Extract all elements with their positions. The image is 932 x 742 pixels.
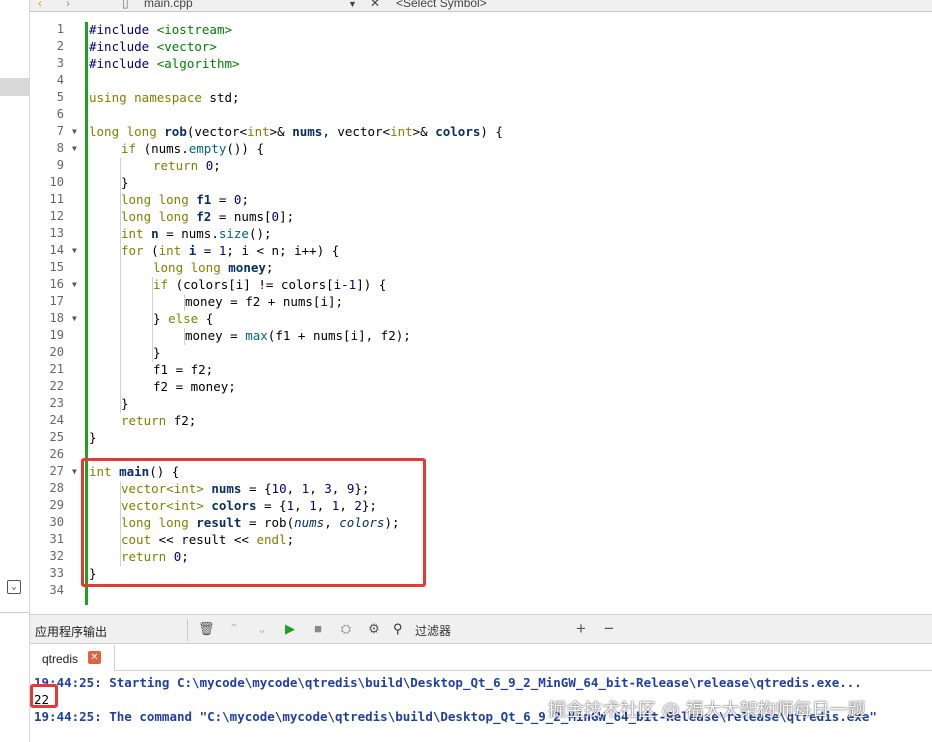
chevron-down-icon[interactable]: ⌄ <box>254 621 270 637</box>
file-icon: ▯ <box>122 0 129 10</box>
panel-title: 应用程序输出 <box>35 625 108 639</box>
code-line: 16 ▼ if (colors[i] != colors[i-1]) { <box>49 276 387 293</box>
fold-arrow-icon[interactable]: ▼ <box>72 242 77 259</box>
code-line: 15 long long money; <box>49 260 274 275</box>
left-sidebar: ⌄ <box>0 0 30 742</box>
sidebar-selected-item[interactable] <box>0 78 30 96</box>
code-line: 9 return 0; <box>56 158 221 173</box>
output-panel-header: 应用程序输出 🗑 ⌃ ⌄ ▶ ■ ⛭ ⚙ ⚲ 过滤器 + − <box>30 614 932 644</box>
nav-back-icon[interactable]: ‹ <box>38 0 42 10</box>
fold-arrow-icon[interactable]: ▼ <box>72 463 77 480</box>
output-line: 19:44:25: Starting C:\mycode\mycode\qtre… <box>34 675 862 690</box>
code-line: 22 f2 = money; <box>49 379 236 394</box>
editor-toolbar: ‹ › ▯ main.cpp ▼ ✕ <Select Symbol> <box>30 0 932 12</box>
code-line: 12 long long f2 = nums[0]; <box>49 209 295 224</box>
fold-arrow-icon[interactable]: ▼ <box>72 123 77 140</box>
code-line: 4 <box>56 73 64 87</box>
symbol-selector[interactable]: <Select Symbol> <box>396 0 487 10</box>
stop-icon[interactable]: ■ <box>310 621 326 637</box>
fold-arrow-icon[interactable]: ▼ <box>72 310 77 327</box>
sidebar-divider <box>0 612 30 613</box>
result-highlight <box>30 684 58 708</box>
trash-icon[interactable]: 🗑 <box>198 621 215 637</box>
search-icon: ⚲ <box>393 621 403 636</box>
tab-label: qtredis <box>42 652 79 666</box>
gear-icon[interactable]: ⚙ <box>366 621 382 637</box>
main-function-highlight <box>81 458 426 587</box>
close-file-icon[interactable]: ✕ <box>370 0 380 10</box>
close-icon[interactable]: ✕ <box>88 651 101 664</box>
code-line: 24 return f2; <box>49 413 197 428</box>
output-tabs: qtredis ✕ <box>30 645 932 671</box>
code-line: 5 using namespace std; <box>56 90 240 105</box>
chevron-up-icon[interactable]: ⌃ <box>226 621 242 637</box>
code-line: 11 long long f1 = 0; <box>49 192 249 207</box>
fold-arrow-icon[interactable]: ▼ <box>72 276 77 293</box>
tab-qtredis[interactable]: qtredis ✕ <box>30 645 115 671</box>
run-icon[interactable]: ▶ <box>282 621 298 637</box>
code-line: 19 money = max(f1 + nums[i], f2); <box>49 328 411 343</box>
code-line: 8 ▼ if (nums.empty()) { <box>56 140 265 157</box>
filter-input[interactable]: 过滤器 <box>415 622 451 639</box>
chevron-down-icon[interactable]: ▼ <box>348 0 357 9</box>
remove-icon[interactable]: − <box>601 620 617 637</box>
code-line: 20} <box>49 345 161 360</box>
code-line: 2 #include <vector> <box>56 39 217 54</box>
code-line: 3 #include <algorithm> <box>56 56 240 71</box>
fold-arrow-icon[interactable]: ▼ <box>72 140 77 157</box>
collapse-panel-icon[interactable]: ⌄ <box>7 580 21 594</box>
code-line: 25} <box>49 430 97 445</box>
code-line: 10} <box>49 175 129 190</box>
code-line: 13 int n = nums.size(); <box>49 226 272 241</box>
toolbar-divider <box>187 619 188 641</box>
code-line: 1 #include <iostream> <box>56 22 232 37</box>
debug-run-icon[interactable]: ⛭ <box>338 621 354 637</box>
watermark: 掘金技术社区 @ 福大大架构师每日一题 <box>548 700 866 721</box>
nav-forward-icon[interactable]: › <box>66 0 70 10</box>
code-line: 14 ▼ for (int i = 1; i < n; i++) { <box>49 242 340 259</box>
code-line: 17 money = f2 + nums[i]; <box>49 294 344 309</box>
file-name-selector[interactable]: main.cpp <box>144 0 193 10</box>
code-line: 21 f1 = f2; <box>49 362 214 377</box>
code-line: 18 ▼} else { <box>49 310 214 327</box>
code-line: 23} <box>49 396 129 411</box>
code-line: 6 <box>56 107 64 121</box>
code-line: 7 ▼ long long rob(vector<int>& nums, vecto… <box>56 123 503 140</box>
add-icon[interactable]: + <box>573 620 589 637</box>
